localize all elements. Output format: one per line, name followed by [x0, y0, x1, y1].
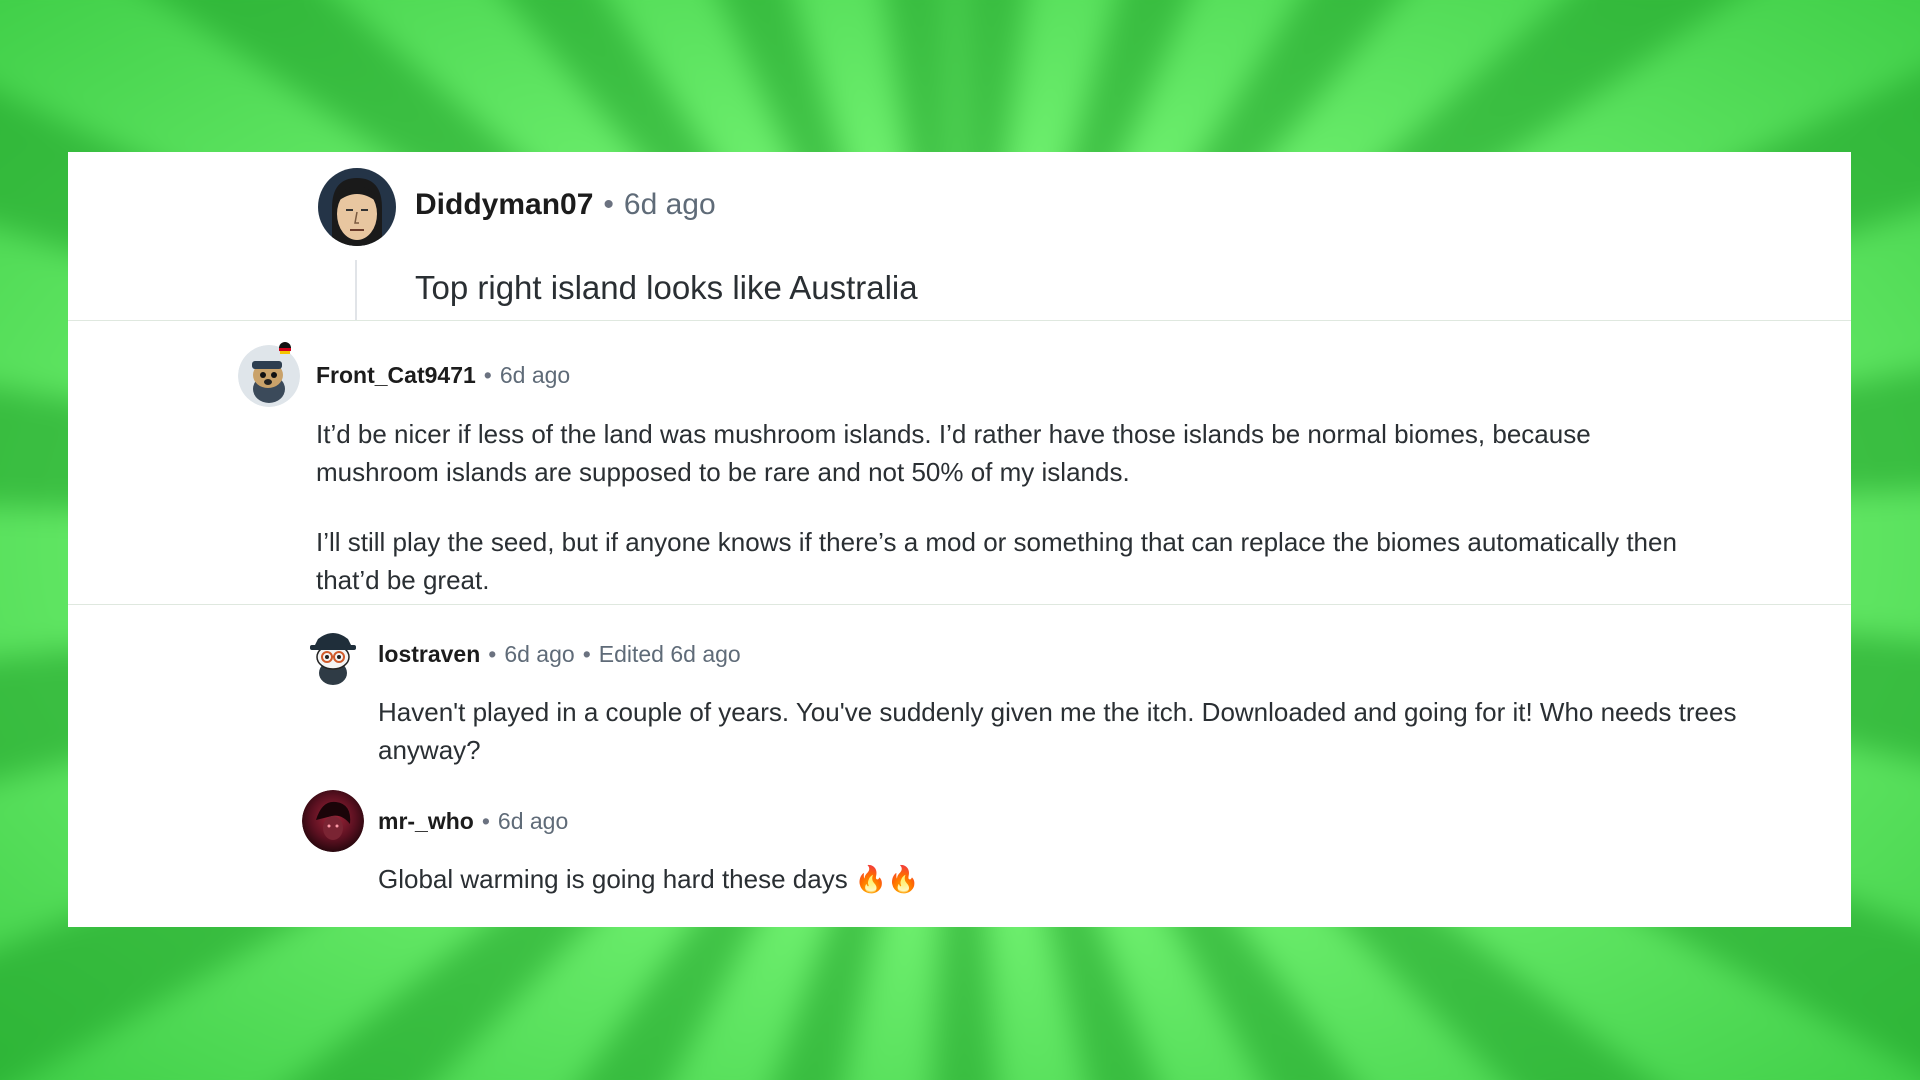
- username[interactable]: lostraven: [378, 641, 480, 668]
- comment-text: Global warming is going hard these days …: [378, 864, 920, 894]
- separator-dot: •: [488, 641, 497, 667]
- username[interactable]: Front_Cat9471: [316, 362, 476, 389]
- comment-text: Top right island looks like Australia: [415, 269, 918, 306]
- username[interactable]: mr-_who: [378, 808, 474, 835]
- comment-thread-card: Diddyman07 • 6d ago Top right island loo…: [68, 152, 1851, 927]
- flag-badge-icon: [279, 342, 291, 354]
- thread-line[interactable]: [355, 260, 357, 320]
- separator-dot: •: [582, 641, 591, 667]
- avatar[interactable]: [302, 623, 364, 685]
- timestamp[interactable]: 6d ago: [504, 641, 574, 668]
- edited-label: Edited 6d ago: [598, 641, 741, 667]
- comment-mr-who: mr-_who • 6d ago Global warming is going…: [68, 788, 1851, 927]
- comment-lostraven: lostraven • 6d ago • Edited 6d ago Haven…: [68, 605, 1851, 775]
- comment-diddyman07: Diddyman07 • 6d ago Top right island loo…: [68, 152, 1851, 320]
- timestamp[interactable]: 6d ago: [624, 188, 716, 222]
- avatar[interactable]: [302, 790, 364, 852]
- avatar-man-face-icon: [318, 168, 396, 246]
- comment-paragraph: I’ll still play the seed, but if anyone …: [316, 527, 1677, 595]
- avatar-snoo-hat-icon: [302, 623, 364, 685]
- timestamp[interactable]: 6d ago: [500, 362, 570, 389]
- avatar-dark-portrait-icon: [302, 790, 364, 852]
- comment-body: Haven't played in a couple of years. You…: [378, 693, 1768, 769]
- timestamp[interactable]: 6d ago: [498, 808, 568, 835]
- separator-dot: •: [481, 808, 490, 834]
- comment-paragraph: It’d be nicer if less of the land was mu…: [316, 419, 1591, 487]
- separator-dot: •: [483, 362, 492, 388]
- avatar[interactable]: [318, 168, 396, 246]
- comment-meta: lostraven • 6d ago • Edited 6d ago: [378, 641, 741, 668]
- comment-meta: Front_Cat9471 • 6d ago: [316, 362, 570, 389]
- comment-meta: Diddyman07 • 6d ago: [415, 188, 716, 222]
- comment-body: Top right island looks like Australia: [415, 264, 918, 312]
- comment-body: It’d be nicer if less of the land was mu…: [316, 415, 1716, 599]
- comment-text: Haven't played in a couple of years. You…: [378, 697, 1737, 765]
- comment-body: Global warming is going hard these days …: [378, 860, 1768, 898]
- username[interactable]: Diddyman07: [415, 188, 593, 222]
- comment-meta: mr-_who • 6d ago: [378, 808, 568, 835]
- separator-dot: •: [603, 188, 614, 221]
